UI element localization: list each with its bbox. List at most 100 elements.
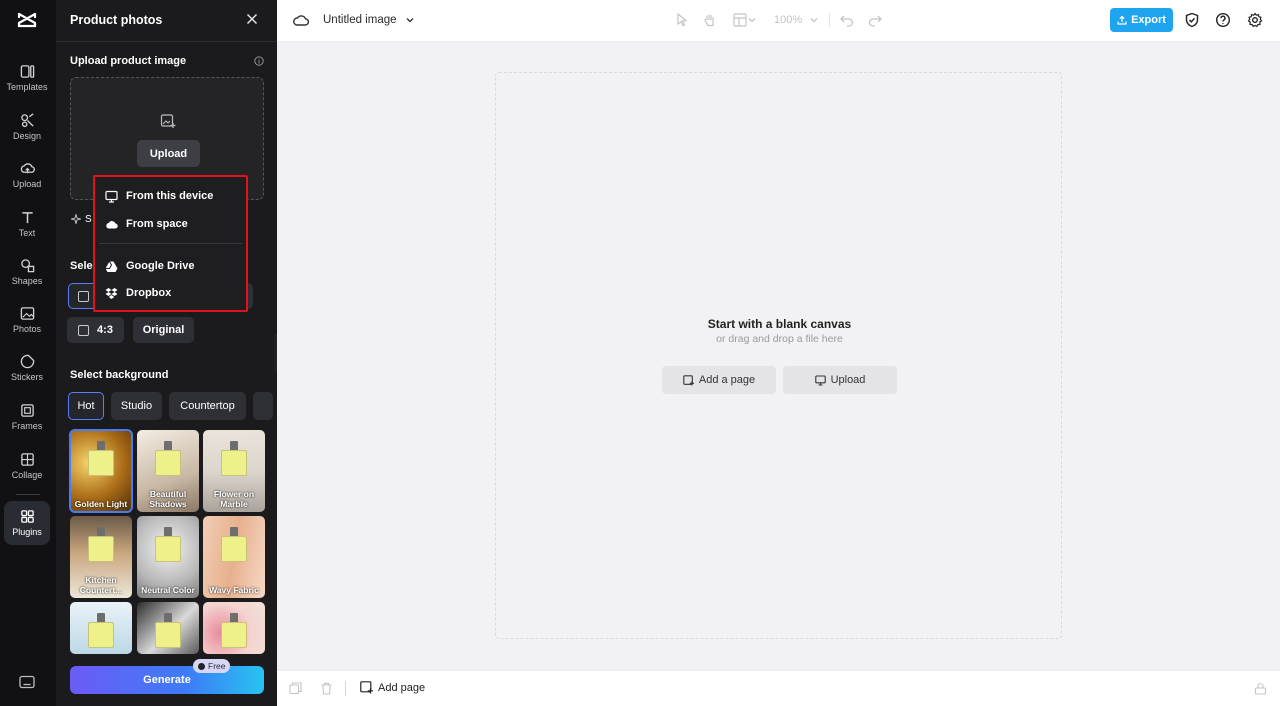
capcut-logo-icon[interactable]: [16, 9, 38, 31]
menu-item-label: From this device: [126, 190, 214, 202]
thumbnail-caption: Neutral Color: [141, 585, 195, 595]
menu-item-dropbox[interactable]: Dropbox: [105, 282, 240, 304]
zoom-chevron-down-icon[interactable]: [809, 15, 819, 25]
rail-item-upload[interactable]: Upload: [4, 153, 50, 197]
thumbnail-caption: Wavy Fabric: [209, 585, 259, 595]
thumbnail-caption: Beautiful Shadows: [149, 489, 187, 509]
rail-item-collage[interactable]: Collage: [4, 444, 50, 488]
generate-button[interactable]: Generate: [70, 666, 264, 694]
bottom-toolbar: Add page: [277, 670, 1280, 706]
rail-item-photos[interactable]: Photos: [4, 298, 50, 342]
menu-item-label: Dropbox: [126, 287, 172, 299]
dropbox-icon: [105, 287, 118, 299]
background-thumbnail[interactable]: Neutral Color: [137, 516, 199, 598]
rail-label: Frames: [11, 421, 43, 431]
tab-more-partial[interactable]: [253, 392, 273, 420]
menu-item-label: Google Drive: [126, 260, 195, 272]
tab-countertop[interactable]: Countertop: [169, 392, 246, 420]
menu-item-from-space[interactable]: From space: [105, 213, 240, 235]
upload-cloud-icon: [20, 163, 35, 174]
partial-option-text: S: [85, 214, 92, 225]
background-thumbnail[interactable]: Wavy Fabric: [203, 516, 265, 598]
keyboard-icon[interactable]: [19, 675, 35, 689]
redo-icon[interactable]: [867, 12, 883, 28]
ratio-4-3-icon: [78, 324, 90, 336]
product-bottle: [88, 450, 114, 476]
cloud-sync-icon[interactable]: [293, 12, 309, 28]
ratio-original-button[interactable]: Original: [133, 317, 194, 343]
chevron-down-icon[interactable]: [405, 15, 415, 25]
document-title[interactable]: Untitled image: [323, 14, 397, 26]
menu-item-google-drive[interactable]: Google Drive: [105, 255, 240, 277]
hand-pan-icon[interactable]: [702, 12, 718, 28]
templates-icon: [20, 65, 34, 78]
settings-gear-icon[interactable]: [1247, 12, 1263, 28]
background-thumbnail[interactable]: Flower on Marble: [203, 430, 265, 512]
background-thumbnail[interactable]: [70, 602, 132, 654]
rail-label: Collage: [11, 470, 43, 480]
rail-item-frames[interactable]: Frames: [4, 395, 50, 439]
plugins-icon: [20, 510, 34, 523]
upload-source-menu: From this device From space Google Drive…: [93, 175, 248, 312]
rail-item-stickers[interactable]: Stickers: [4, 346, 50, 390]
layout-chevron-down-icon[interactable]: [747, 15, 757, 25]
free-badge-label: Free: [208, 661, 226, 671]
rail-item-text[interactable]: Text: [4, 202, 50, 246]
menu-separator: [99, 243, 242, 244]
rail-item-design[interactable]: Design: [4, 105, 50, 149]
top-toolbar: Untitled image 100% Export: [277, 0, 1280, 42]
frames-icon: [20, 404, 34, 417]
canvas-upload-button[interactable]: Upload: [783, 366, 897, 394]
add-page-button[interactable]: Add page: [360, 681, 425, 694]
text-icon: [21, 212, 33, 224]
lock-icon[interactable]: [1254, 682, 1267, 695]
add-page-label: Add page: [378, 681, 426, 694]
monitor-icon: [814, 374, 826, 386]
rail-label: Stickers: [10, 372, 43, 382]
background-thumbnail[interactable]: Beautiful Shadows: [137, 430, 199, 512]
background-thumbnail[interactable]: [137, 602, 199, 654]
thumbnail-caption: Kitchen Countert...: [79, 575, 123, 595]
ratio-4-3-button[interactable]: 4:3: [67, 317, 124, 343]
select-pointer-icon[interactable]: [674, 12, 690, 28]
canvas-title: Start with a blank canvas: [707, 317, 852, 331]
product-photos-panel: Product photos Upload product image Uplo…: [56, 0, 277, 706]
blank-canvas[interactable]: Start with a blank canvas or drag and dr…: [495, 72, 1062, 639]
background-thumbnail[interactable]: [203, 602, 265, 654]
monitor-icon: [105, 190, 118, 203]
layout-grid-icon[interactable]: [732, 12, 748, 28]
undo-icon[interactable]: [839, 12, 855, 28]
menu-item-from-this-device[interactable]: From this device: [105, 185, 240, 207]
tab-studio[interactable]: Studio: [111, 392, 162, 420]
rail-label: Text: [18, 228, 36, 238]
thumbnail-caption: Flower on Marble: [213, 489, 255, 509]
left-rail: Templates Design Upload Text Shapes Phot…: [0, 0, 56, 706]
close-icon[interactable]: [245, 12, 259, 26]
rail-item-shapes[interactable]: Shapes: [4, 250, 50, 294]
upload-section-title: Upload product image: [70, 55, 187, 67]
info-icon[interactable]: [254, 56, 264, 66]
add-a-page-button[interactable]: Add a page: [662, 366, 776, 394]
help-icon[interactable]: [1215, 12, 1231, 28]
canvas-area: Start with a blank canvas or drag and dr…: [277, 42, 1280, 670]
add-a-page-label: Add a page: [698, 374, 756, 386]
add-image-icon: [160, 114, 176, 128]
product-bottle: [221, 450, 247, 476]
shield-icon[interactable]: [1184, 12, 1200, 28]
add-page-icon: [360, 681, 373, 694]
rail-label: Shapes: [11, 276, 43, 286]
duplicate-page-icon[interactable]: [289, 682, 302, 695]
background-thumbnail[interactable]: Kitchen Countert...: [70, 516, 132, 598]
rail-label: Upload: [12, 179, 42, 189]
product-bottle: [155, 450, 181, 476]
rail-item-templates[interactable]: Templates: [4, 56, 50, 100]
trash-icon[interactable]: [320, 682, 333, 695]
toolbar-divider: [829, 13, 830, 27]
zoom-level[interactable]: 100%: [774, 14, 802, 26]
background-thumbnail[interactable]: Golden Light: [69, 429, 133, 513]
upload-button[interactable]: Upload: [137, 140, 200, 167]
rail-item-plugins[interactable]: Plugins: [4, 501, 50, 545]
tab-hot[interactable]: Hot: [68, 392, 104, 420]
export-button[interactable]: Export: [1110, 8, 1173, 32]
product-bottle: [88, 536, 114, 562]
